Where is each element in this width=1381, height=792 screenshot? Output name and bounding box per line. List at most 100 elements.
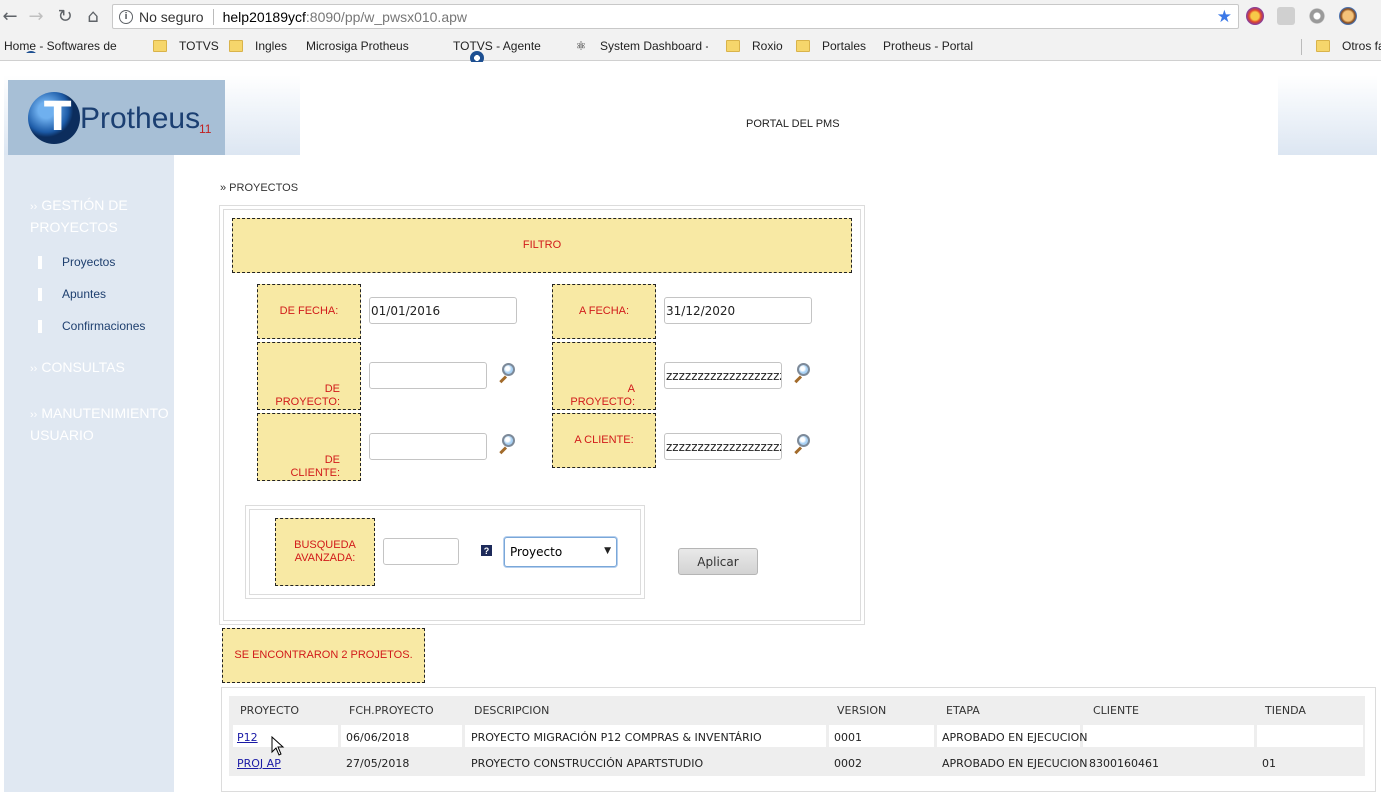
sidebar-item-proyectos[interactable]: Proyectos: [38, 255, 115, 269]
sidebar-section-consultas[interactable]: ›› CONSULTAS: [30, 357, 174, 379]
bookmark-totvs[interactable]: TOTVS: [153, 39, 219, 53]
folder-icon: [229, 40, 243, 52]
extension-circle-icon[interactable]: [1308, 7, 1326, 25]
table-cell-bg: [1257, 725, 1363, 747]
column-header-fecha: FCH.PROYECTO: [349, 704, 434, 717]
label-line: DE: [324, 383, 340, 395]
project-link-p12[interactable]: P12: [237, 731, 258, 744]
from-project-input[interactable]: [369, 362, 487, 389]
info-icon[interactable]: i: [119, 9, 133, 24]
sidebar-item-label: Proyectos: [62, 255, 116, 269]
back-arrow-icon[interactable]: ←: [0, 2, 24, 30]
bookmark-label: Portales: [822, 39, 867, 53]
mouse-cursor-icon: [271, 736, 285, 756]
logo-version: 11: [199, 122, 212, 136]
bookmark-label: TOTVS - Agente: [453, 39, 541, 53]
folder-icon: [153, 40, 167, 52]
from-client-input[interactable]: [369, 433, 487, 460]
bookmark-label: TOTVS: [179, 39, 219, 53]
from-date-input[interactable]: 01/01/2016: [369, 297, 517, 324]
column-header-cliente: CLIENTE: [1093, 704, 1139, 717]
sidebar-section-gestion[interactable]: ›› GESTIÓN DE PROYECTOS: [30, 195, 174, 237]
bookmark-totvs-agente[interactable]: TOTVS - Agente: [450, 39, 541, 65]
protheus-logo: T Protheus 11: [8, 80, 225, 155]
table-cell: PROYECTO CONSTRUCCIÓN APARTSTUDIO: [471, 757, 704, 770]
home-icon[interactable]: ⌂: [79, 2, 107, 30]
label-line: PROYECTO:: [275, 396, 340, 408]
profile-avatar-icon[interactable]: [1339, 7, 1357, 25]
select-value: Proyecto: [510, 545, 563, 559]
label-line: PROYECTO:: [570, 396, 635, 408]
table-cell: 01: [1262, 757, 1276, 770]
to-client-input[interactable]: zzzzzzzzzzzzzzzzzzzzzzzz: [664, 433, 782, 460]
table-cell: 27/05/2018: [346, 757, 410, 770]
portal-header: T Protheus 11 PORTAL DEL PMS: [4, 75, 1377, 155]
column-header-proyecto: PROYECTO: [240, 704, 300, 717]
advanced-search-label: BUSQUEDA AVANZADA:: [275, 518, 375, 586]
folder-icon: [796, 40, 810, 52]
bookmark-other[interactable]: Otros fa: [1316, 39, 1381, 53]
bookmark-label: Ingles: [255, 39, 288, 53]
sidebar-item-label: Confirmaciones: [62, 319, 146, 333]
bookmark-roxio[interactable]: Roxio: [726, 39, 783, 53]
sidebar-item-label: Apuntes: [62, 287, 107, 301]
bullet-bar-icon: [38, 287, 42, 301]
double-chevron-icon: ››: [30, 409, 38, 421]
to-project-search-icon[interactable]: [793, 363, 813, 384]
from-project-search-icon[interactable]: [498, 363, 518, 384]
dropbox-icon[interactable]: [1277, 7, 1295, 25]
help-icon[interactable]: ?: [481, 545, 492, 556]
omnibox-separator: [212, 8, 214, 25]
reload-icon[interactable]: ↻: [51, 2, 79, 30]
magnifier-lens: [797, 434, 810, 447]
browser-toolbar: ← → ↻ ⌂ i No seguro help20189ycf:8090/pp…: [0, 0, 1381, 33]
sidebar-item-confirmaciones[interactable]: Confirmaciones: [38, 319, 145, 333]
bookmark-protheus-portal[interactable]: Protheus - Portal: [879, 39, 974, 114]
magnifier-lens: [797, 363, 810, 376]
sidebar-section-usuario[interactable]: ›› MANUTENIMIENTO USUARIO: [30, 403, 174, 445]
from-date-label: DE FECHA:: [257, 284, 361, 339]
sidebar-section-label: GESTIÓN DE PROYECTOS: [30, 197, 128, 235]
bookmark-label: Roxio: [752, 39, 783, 53]
from-project-label: DE PROYECTO:: [257, 342, 361, 410]
column-header-descripcion: DESCRIPCION: [474, 704, 550, 717]
bookmark-label: System Dashboard -: [600, 39, 708, 53]
bookmark-portales[interactable]: Portales: [796, 39, 866, 53]
magnifier-handle: [499, 375, 508, 384]
to-project-input[interactable]: zzzzzzzzzzzzzzzzzzzzzzzz: [664, 362, 782, 389]
filter-title: FILTRO: [232, 218, 852, 273]
table-cell: 8300160461: [1089, 757, 1159, 770]
bullet-bar-icon: [38, 255, 42, 269]
logo-text: Protheus: [80, 102, 201, 135]
address-bar[interactable]: i No seguro help20189ycf:8090/pp/w_pwsx0…: [112, 4, 1239, 29]
bookmark-ingles[interactable]: Ingles: [229, 39, 287, 53]
bookmark-home-softwares[interactable]: Home - Softwares de: [4, 39, 138, 53]
to-date-input[interactable]: 31/12/2020: [664, 297, 812, 324]
magnifier-lens: [502, 363, 515, 376]
project-link-proj-ap[interactable]: PROJ AP: [237, 757, 281, 770]
bookmark-label: Protheus - Portal: [883, 39, 974, 53]
sidebar-item-apuntes[interactable]: Apuntes: [38, 287, 106, 301]
magnifier-handle: [794, 446, 803, 455]
label-line: A: [627, 383, 635, 395]
bookmark-microsiga[interactable]: Microsiga Protheus: [302, 39, 436, 53]
to-client-search-icon[interactable]: [793, 434, 813, 455]
bookmarks-separator: [1301, 39, 1302, 55]
logo-t-letter: T: [44, 94, 72, 140]
search-by-select[interactable]: Proyecto ▼: [504, 537, 617, 567]
apply-button[interactable]: Aplicar: [678, 548, 758, 575]
table-cell: PROYECTO MIGRACIÓN P12 COMPRAS & INVENTÁ…: [471, 731, 762, 744]
extension-flame-icon[interactable]: [1246, 7, 1264, 25]
from-client-search-icon[interactable]: [498, 434, 518, 455]
forward-arrow-icon[interactable]: →: [22, 2, 50, 30]
advanced-search-input[interactable]: [383, 538, 459, 565]
table-cell: APROBADO EN EJECUCION: [942, 731, 1088, 744]
bookmark-star-icon[interactable]: ★: [1217, 7, 1232, 27]
table-cell: 0001: [834, 731, 862, 744]
header-right-gradient: [1278, 75, 1377, 155]
label-line: CLIENTE:: [290, 467, 340, 479]
label-line: AVANZADA:: [294, 552, 356, 564]
page: T Protheus 11 PORTAL DEL PMS ›› GESTIÓN D…: [0, 62, 1381, 792]
sidebar-section-label: CONSULTAS: [41, 359, 125, 375]
bookmark-system-dashboard[interactable]: ⚛ System Dashboard -: [574, 39, 708, 53]
